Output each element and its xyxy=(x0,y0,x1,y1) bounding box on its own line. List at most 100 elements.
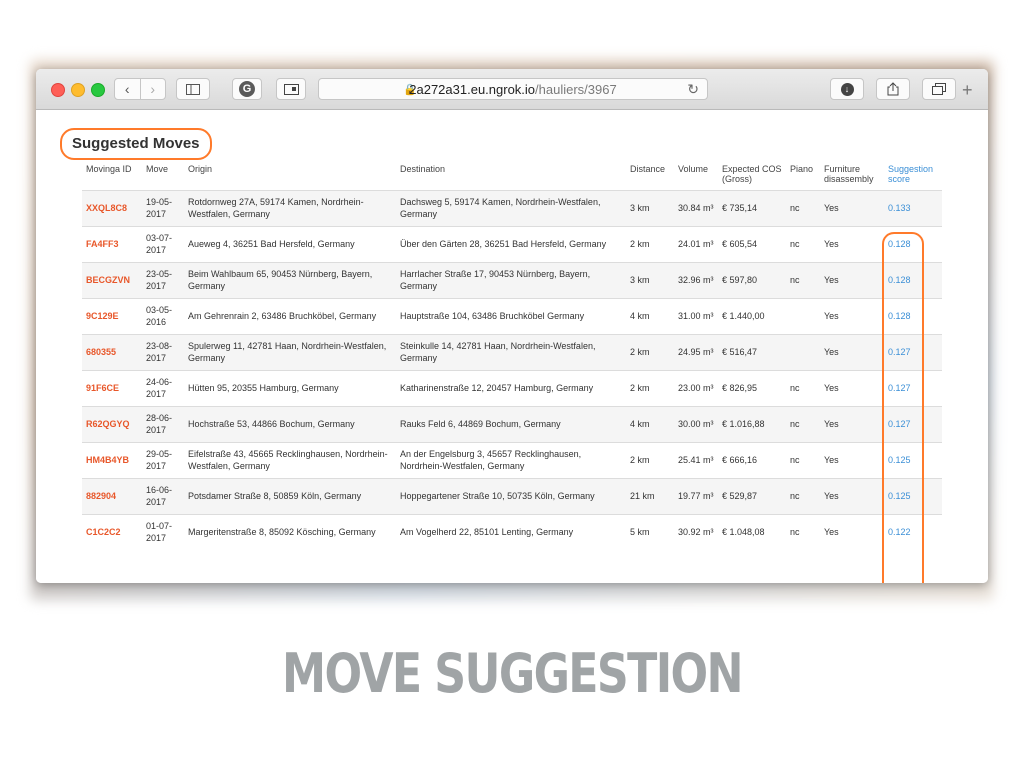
suggestion-score-link[interactable]: 0.128 xyxy=(884,298,942,334)
table-row: 91F6CE 24-06-2017 Hütten 95, 20355 Hamburg… xyxy=(82,370,942,406)
col-header-id[interactable]: Movinga ID xyxy=(82,162,142,190)
suggestion-score-link[interactable]: 0.128 xyxy=(884,262,942,298)
grammarly-icon: G xyxy=(239,81,255,97)
table-row: C1C2C2 01-07-2017 Margeritenstraße 8, 8509… xyxy=(82,514,942,550)
movinga-id-link[interactable]: FA4FF3 xyxy=(82,226,142,262)
furniture-disassembly-value: Yes xyxy=(824,455,839,465)
col-header-furniture[interactable]: Furniture disassembly xyxy=(820,162,884,190)
grammarly-button[interactable]: G xyxy=(232,78,262,100)
furniture-disassembly-value: Yes xyxy=(824,203,839,213)
suggestion-score-link[interactable]: 0.127 xyxy=(884,406,942,442)
piano-value: nc xyxy=(790,239,800,249)
piano-value xyxy=(786,334,820,370)
move-date: 19-05-2017 xyxy=(146,197,173,219)
destination-address: Katharinenstraße 12, 20457 Hamburg, Germ… xyxy=(400,383,594,393)
movinga-id-link[interactable]: 91F6CE xyxy=(82,370,142,406)
distance-value: 4 km xyxy=(630,311,650,321)
reader-button[interactable] xyxy=(276,78,306,100)
suggestion-score-link[interactable]: 0.128 xyxy=(884,226,942,262)
expected-cos-value: € 1.048,08 xyxy=(722,527,765,538)
col-header-destination[interactable]: Destination xyxy=(396,162,626,190)
furniture-disassembly-value: Yes xyxy=(824,275,839,285)
reload-icon[interactable]: ↻ xyxy=(687,81,699,98)
suggestion-score-link[interactable]: 0.133 xyxy=(884,190,942,226)
move-date: 01-07-2017 xyxy=(146,521,173,544)
movinga-id-link[interactable]: BECGZVN xyxy=(82,262,142,298)
distance-value: 4 km xyxy=(630,419,650,429)
distance-value: 3 km xyxy=(630,275,650,285)
sidebar-button[interactable] xyxy=(176,78,210,100)
destination-address: Harrlacher Straße 17, 90453 Nürnberg, Ba… xyxy=(400,269,591,291)
expected-cos-value: € 605,54 xyxy=(722,239,758,249)
suggestion-score-link[interactable]: 0.127 xyxy=(884,370,942,406)
distance-value: 2 km xyxy=(630,455,650,465)
sidebar-icon xyxy=(186,83,200,95)
tabs-button[interactable] xyxy=(922,78,956,100)
furniture-disassembly-value: Yes xyxy=(824,419,839,429)
movinga-id-link[interactable]: 9C129E xyxy=(82,298,142,334)
distance-value: 2 km xyxy=(630,239,650,249)
destination-address: Dachsweg 5, 59174 Kamen, Nordrhein-Westf… xyxy=(400,197,601,219)
col-header-score[interactable]: Suggestion score xyxy=(884,162,942,190)
destination-address: Rauks Feld 6, 44869 Bochum, Germany xyxy=(400,419,561,429)
close-window-button[interactable] xyxy=(51,83,65,97)
expected-cos-value: € 1.440,00 xyxy=(722,311,765,321)
movinga-id-link[interactable]: C1C2C2 xyxy=(82,514,142,550)
col-header-cos[interactable]: Expected COS (Gross) xyxy=(718,162,786,190)
origin-address: Potsdamer Straße 8, 50859 Köln, Germany xyxy=(188,491,362,501)
furniture-disassembly-value: Yes xyxy=(824,527,839,538)
table-header-row: Movinga ID Move Origin Destination Dista… xyxy=(82,162,942,190)
suggestion-score-link[interactable]: 0.127 xyxy=(884,334,942,370)
col-header-move[interactable]: Move xyxy=(142,162,184,190)
maximize-window-button[interactable] xyxy=(91,83,105,97)
back-icon[interactable]: ‹ xyxy=(115,79,140,99)
table-row: BECGZVN 23-05-2017 Beim Wahlbaum 65, 90453… xyxy=(82,262,942,298)
slide-caption: MOVE SUGGESTION xyxy=(282,642,744,705)
col-header-distance[interactable]: Distance xyxy=(626,162,674,190)
forward-icon[interactable]: › xyxy=(139,79,166,99)
movinga-id-link[interactable]: HM4B4YB xyxy=(82,442,142,478)
new-tab-icon[interactable]: + xyxy=(962,81,973,99)
distance-value: 2 km xyxy=(630,347,650,357)
suggestion-score-link[interactable]: 0.125 xyxy=(884,442,942,478)
table-row: HM4B4YB 29-05-2017 Eifelstraße 43, 45665 R… xyxy=(82,442,942,478)
section-title: Suggested Moves xyxy=(60,128,212,160)
piano-value: nc xyxy=(790,383,800,393)
furniture-disassembly-value: Yes xyxy=(824,491,839,501)
table-row: 882904 16-06-2017 Potsdamer Straße 8, 5085… xyxy=(82,478,942,514)
volume-value: 32.96 m³ xyxy=(678,275,714,285)
piano-value: nc xyxy=(790,527,800,538)
move-date: 16-06-2017 xyxy=(146,485,173,507)
col-header-origin[interactable]: Origin xyxy=(184,162,396,190)
expected-cos-value: € 735,14 xyxy=(722,203,758,213)
address-bar[interactable]: 🔒 2a272a31.eu.ngrok.io/hauliers/3967 ↻ xyxy=(318,78,708,100)
movinga-id-link[interactable]: XXQL8C8 xyxy=(82,190,142,226)
col-header-volume[interactable]: Volume xyxy=(674,162,718,190)
destination-address: Am Vogelherd 22, 85101 Lenting, Germany xyxy=(400,527,574,538)
destination-address: Steinkulle 14, 42781 Haan, Nordrhein-Wes… xyxy=(400,341,596,363)
distance-value: 2 km xyxy=(630,383,650,393)
col-header-piano[interactable]: Piano xyxy=(786,162,820,190)
movinga-id-link[interactable]: R62QGYQ xyxy=(82,406,142,442)
move-date: 24-06-2017 xyxy=(146,377,173,399)
minimize-window-button[interactable] xyxy=(71,83,85,97)
share-button[interactable] xyxy=(876,78,910,100)
url-path: /hauliers/3967 xyxy=(535,82,617,97)
download-button[interactable]: ↓ xyxy=(830,78,864,100)
origin-address: Hütten 95, 20355 Hamburg, Germany xyxy=(188,383,339,393)
suggestion-score-link[interactable]: 0.122 xyxy=(884,514,942,550)
furniture-disassembly-value: Yes xyxy=(824,311,839,321)
suggested-moves-table: Movinga ID Move Origin Destination Dista… xyxy=(82,162,942,550)
tabs-icon xyxy=(932,83,946,95)
piano-value: nc xyxy=(790,419,800,429)
volume-value: 30.00 m³ xyxy=(678,419,714,429)
origin-address: Eifelstraße 43, 45665 Recklinghausen, No… xyxy=(188,449,388,471)
furniture-disassembly-value: Yes xyxy=(824,239,839,249)
nav-button-group: ‹ › xyxy=(114,78,166,100)
suggestion-score-link[interactable]: 0.125 xyxy=(884,478,942,514)
volume-value: 19.77 m³ xyxy=(678,491,714,501)
movinga-id-link[interactable]: 882904 xyxy=(82,478,142,514)
url-text: 2a272a31.eu.ngrok.io/hauliers/3967 xyxy=(319,82,707,97)
piano-value: nc xyxy=(790,491,800,501)
movinga-id-link[interactable]: 680355 xyxy=(82,334,142,370)
